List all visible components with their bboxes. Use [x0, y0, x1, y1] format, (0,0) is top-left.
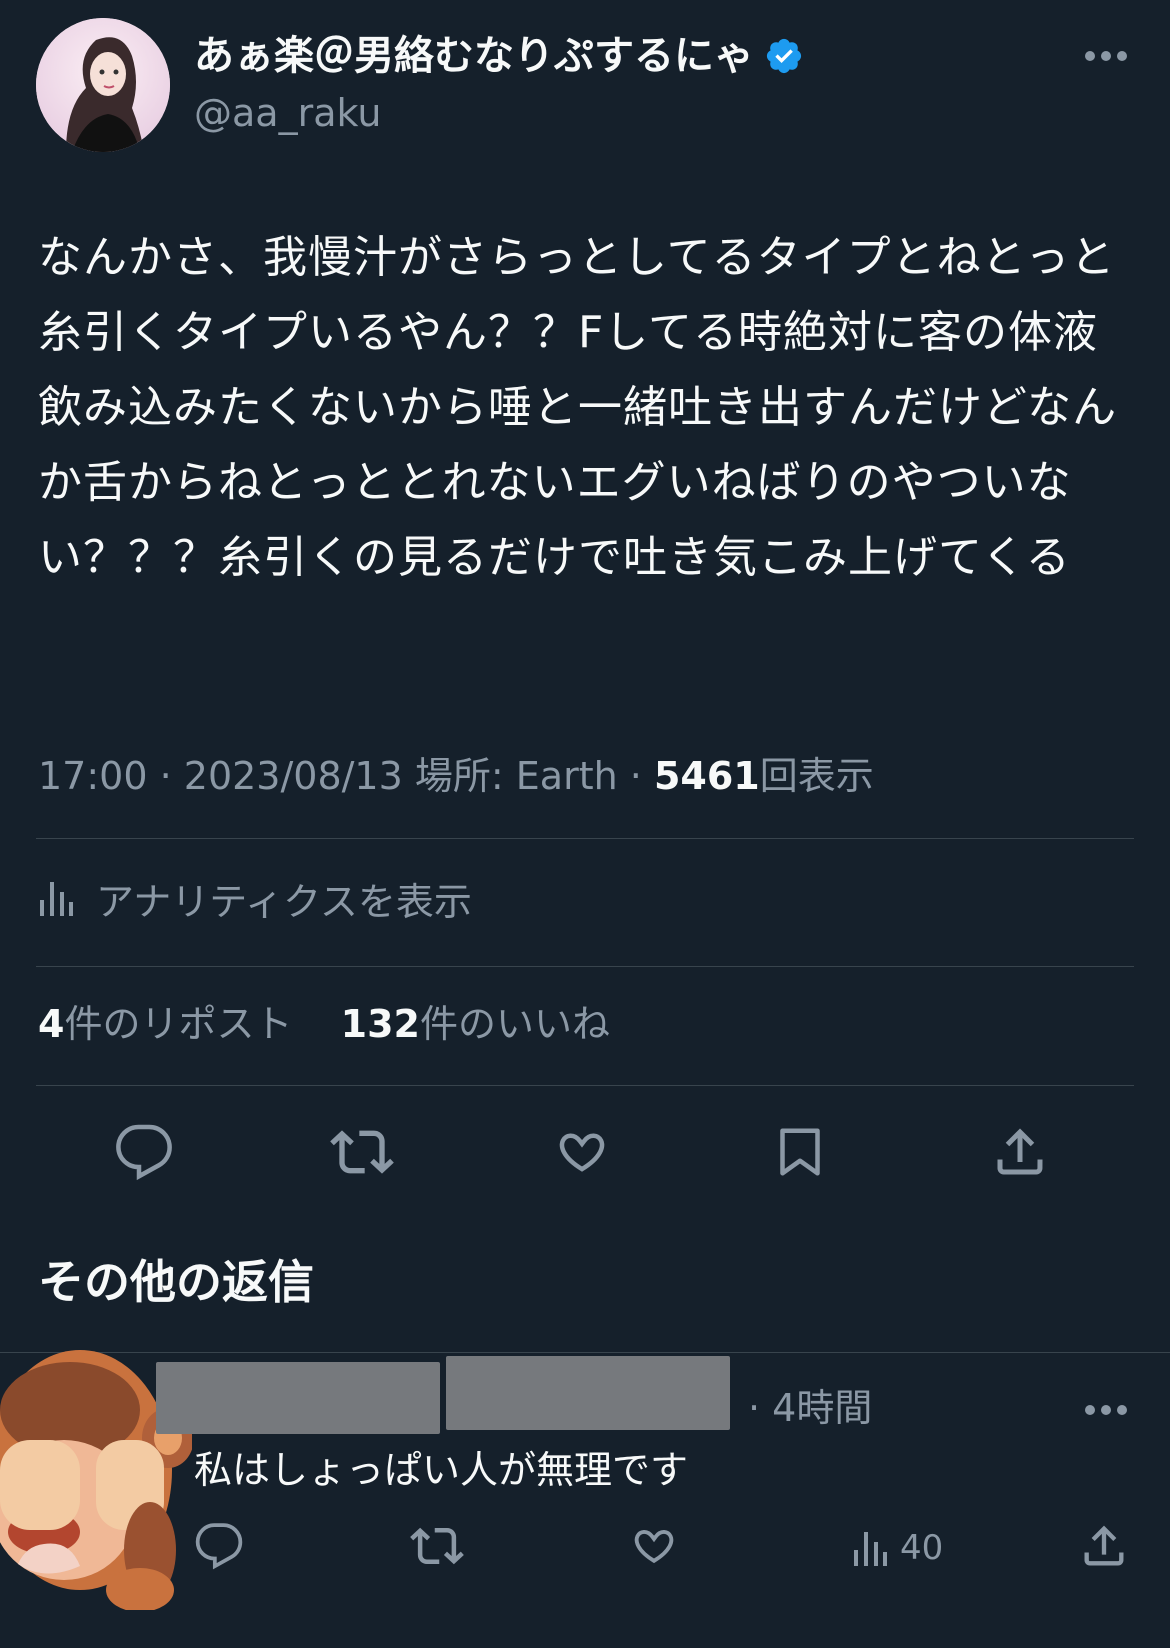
analytics-icon	[40, 882, 73, 916]
reply-like-icon[interactable]	[628, 1518, 680, 1574]
more-replies-heading: その他の返信	[38, 1255, 314, 1309]
tweet-stats: 4件のリポスト 132件のいいね	[38, 996, 610, 1052]
author-handle[interactable]: @aa_raku	[194, 88, 381, 138]
like-icon[interactable]	[550, 1120, 614, 1184]
redacted-name	[156, 1362, 440, 1434]
share-icon[interactable]	[988, 1120, 1052, 1184]
more-icon[interactable]	[1084, 42, 1128, 70]
reposts-stat[interactable]: 4件のリポスト	[38, 1002, 292, 1046]
repost-icon[interactable]	[330, 1120, 394, 1184]
reply-analytics-icon	[854, 1532, 887, 1566]
likes-stat[interactable]: 132件のいいね	[341, 1002, 610, 1046]
views-suffix: 回表示	[759, 754, 874, 798]
reply-more-icon[interactable]	[1084, 1396, 1128, 1424]
bookmark-icon[interactable]	[768, 1120, 832, 1184]
reply-share-icon[interactable]	[1078, 1518, 1130, 1574]
tweet-location[interactable]: 場所: Earth	[415, 754, 618, 798]
analytics-label: アナリティクスを表示	[96, 879, 472, 924]
tweet-time[interactable]: 17:00	[38, 754, 148, 798]
tweet-text: なんかさ、我慢汁がさらっとしてるタイプとねとっと糸引くタイプいるやん？？Fしてる…	[38, 232, 1118, 583]
divider	[36, 1085, 1134, 1086]
reposts-label: 件のリポスト	[64, 1002, 293, 1046]
likes-label: 件のいいね	[419, 1002, 610, 1046]
reply-reply-icon[interactable]	[194, 1518, 244, 1574]
author-display-name[interactable]: あぁ楽＠男絡むなりぷするにゃ	[194, 30, 804, 82]
likes-count: 132	[340, 1002, 420, 1046]
display-name-text: あぁ楽＠男絡むなりぷするにゃ	[194, 33, 754, 79]
redacted-handle	[446, 1356, 730, 1430]
verified-badge-icon[interactable]	[764, 36, 804, 76]
views-count: 5461	[653, 754, 760, 798]
reply-text: 私はしょっぱい人が無理です	[194, 1448, 689, 1492]
reply-views[interactable]: 40	[850, 1520, 943, 1576]
tweet-meta: 17:00 · 2023/08/13 場所: Earth · 5461回表示	[38, 754, 874, 798]
divider	[36, 966, 1134, 967]
author-avatar[interactable]	[36, 18, 170, 152]
analytics-link[interactable]: アナリティクスを表示	[38, 868, 472, 928]
tweet-date[interactable]: 2023/08/13	[184, 754, 403, 798]
reply-icon[interactable]	[112, 1120, 176, 1184]
divider	[36, 838, 1134, 839]
reply-repost-icon[interactable]	[410, 1518, 464, 1574]
reposts-count: 4	[38, 1002, 65, 1046]
reply-time[interactable]: · 4時間	[748, 1382, 872, 1434]
reply-views-count: 40	[900, 1528, 944, 1568]
